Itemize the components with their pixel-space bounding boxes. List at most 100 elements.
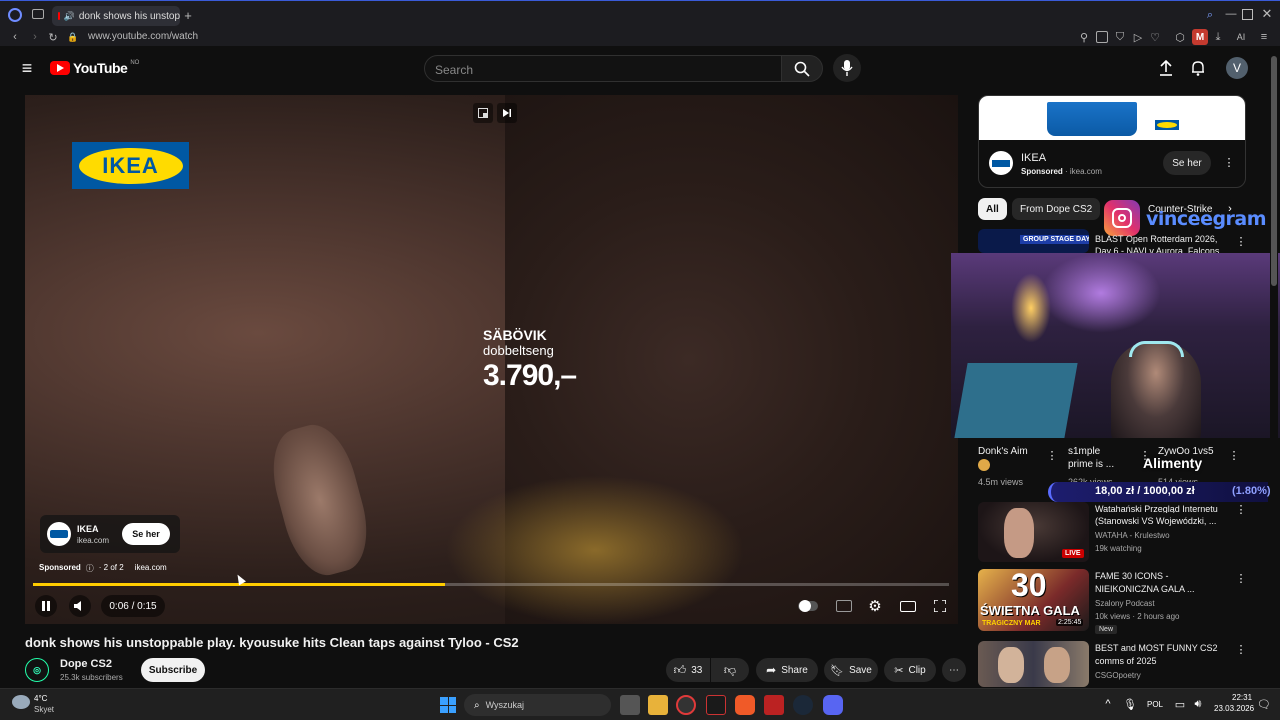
rec-more-icon-2[interactable]: ⋮ [1236,502,1247,516]
steam-taskbar-icon[interactable] [793,695,813,715]
rec-thumbnail-3[interactable]: 30 ŚWIETNA GALA TRAGICZNY MAR 2:25:45 [978,569,1089,631]
tray-volume-icon[interactable]: 🔊︎ [1192,697,1204,711]
file-explorer-icon[interactable] [648,695,668,715]
weather-temp[interactable]: 4°C [34,694,47,703]
rec-more-icon-4[interactable]: ⋮ [1236,642,1247,656]
search-input[interactable]: Search [424,55,782,82]
fullscreen-icon[interactable] [930,597,950,615]
notification-center-icon[interactable]: 🗨︎ [1257,697,1271,711]
pause-button[interactable] [35,595,57,617]
task-view-icon[interactable] [620,695,640,715]
download-icon[interactable]: ⤓ [1212,31,1224,43]
reload-icon[interactable]: ↻ [46,30,60,44]
tray-overflow-icon[interactable]: ^ [1102,697,1114,711]
mail-extension-icon[interactable]: M [1192,29,1208,45]
save-button[interactable]: 🔖︎ Save [824,658,878,682]
short-title-2a[interactable]: s1mple [1068,446,1100,458]
ad-domain-link[interactable]: ikea.com [135,563,167,574]
chip-all[interactable]: All [978,198,1007,220]
sidebar-ad-button[interactable]: Se her [1163,151,1211,175]
menu-icon[interactable]: ≡ [1258,31,1270,43]
theater-mode-icon[interactable] [897,598,919,614]
new-tab-icon[interactable]: + [182,8,194,23]
rec-thumbnail-4[interactable] [978,641,1089,687]
opera-menu-icon[interactable] [8,8,22,22]
search-button[interactable] [781,55,823,82]
settings-gear-icon[interactable]: ⚙ [865,597,885,615]
channel-name[interactable]: Dope CS2 [60,658,112,670]
subtitles-icon[interactable] [833,598,855,614]
sidebar-ad-more-icon[interactable]: ⋮ [1223,154,1235,170]
ad-progress-bar[interactable] [33,583,949,586]
url-field[interactable]: www.youtube.com/watch [88,31,198,42]
scrollbar-thumb[interactable] [1271,56,1277,286]
channel-avatar[interactable]: ◎ [25,658,49,682]
rec-title-4b[interactable]: comms of 2025 [1095,655,1157,667]
info-icon[interactable]: ⓘ [86,563,94,574]
page-scrollbar[interactable] [1270,46,1278,688]
start-button[interactable] [440,697,456,713]
rec-title-2a[interactable]: Watahański Przegląd Internetu [1095,503,1218,513]
maximize-icon[interactable] [1242,9,1253,20]
pin-icon[interactable]: ⚲ [1078,31,1090,44]
weather-icon[interactable] [12,695,30,709]
miniplayer-icon[interactable] [473,103,493,123]
rec-thumbnail-1[interactable]: GROUP STAGE DAY 6 [978,229,1089,253]
chip-from-channel[interactable]: From Dope CS2 [1012,198,1101,220]
rec-title-3a[interactable]: FAME 30 ICONS - [1095,570,1169,582]
app-taskbar-icon-2[interactable] [764,695,784,715]
taskbar-search[interactable]: ⌕ Wyszukaj [464,694,611,716]
aria-ai-icon[interactable]: AI [1230,31,1252,43]
app-taskbar-icon-1[interactable] [706,695,726,715]
more-actions-button[interactable]: ⋯ [942,658,966,682]
rec-title-4a[interactable]: BEST and MOST FUNNY CS2 [1095,642,1218,654]
short-more-icon-3[interactable]: ⋮ [1229,448,1240,462]
like-button[interactable]: 👍︎ 33 [666,658,710,682]
opera-taskbar-icon[interactable] [676,695,696,715]
rec-thumbnail-2[interactable]: LIVE [978,502,1089,562]
short-title-2b[interactable]: prime is ... [1068,459,1114,471]
tray-network-icon[interactable]: ▭ [1174,697,1186,711]
rec-channel-3[interactable]: Szalony Podcast [1095,599,1155,608]
forward-icon[interactable]: › [28,30,42,44]
snapshot-icon[interactable] [1096,31,1108,43]
tray-mic-icon[interactable]: 🎙︎ [1123,697,1137,711]
discord-taskbar-icon[interactable] [823,695,843,715]
short-title-1[interactable]: Donk's Aim [978,446,1028,458]
rec-channel-2[interactable]: WATAHA - Krulestwo [1095,531,1170,540]
notifications-bell-icon[interactable] [1189,59,1207,77]
search-tabs-icon[interactable]: ⌕ [1204,9,1216,21]
back-icon[interactable]: ‹ [8,30,22,44]
skip-next-icon[interactable] [497,103,517,123]
minimize-icon[interactable]: — [1224,7,1238,21]
clip-button[interactable]: ✂ Clip [884,658,936,682]
player-icon[interactable]: ▷ [1132,31,1144,44]
video-player[interactable]: IKEA SÄBÖVIK dobbeltseng 3.790,– IKEA ik… [25,95,958,624]
sidebar-ad-card[interactable]: IKEA Sponsored · ikea.com Se her ⋮ [978,95,1246,188]
mic-button[interactable] [833,54,861,82]
ad-overlay-card[interactable]: IKEA ikea.com Se her [40,515,180,553]
ad-cta-button[interactable]: Se her [122,523,170,545]
rec-title-3b[interactable]: NIEIKONICZNA GALA ... [1095,583,1195,595]
clock-time[interactable]: 22:31 [1232,693,1252,702]
youtube-logo[interactable]: YouTube NO [50,60,139,76]
volume-button[interactable] [69,595,91,617]
avatar[interactable]: V [1226,57,1248,79]
rec-title-1b[interactable]: Day 6 - NAVI v Aurora, Falcons [1095,245,1219,253]
extensions-icon[interactable]: ⬡ [1174,31,1186,44]
language-indicator[interactable]: POL [1147,700,1163,709]
short-more-icon-1[interactable]: ⋮ [1047,448,1058,462]
rec-more-icon-1[interactable]: ⋮ [1236,234,1247,248]
hamburger-menu-icon[interactable]: ≡ [18,58,36,78]
dislike-button[interactable]: 👎︎ [711,658,749,682]
rec-title-2b[interactable]: (Stanowski VS Wojewódzki, ... [1095,515,1216,527]
tab-island-icon[interactable] [32,9,44,19]
brave-taskbar-icon[interactable] [735,695,755,715]
browser-tab[interactable]: 🔊 donk shows his unstop [52,6,180,26]
rec-title-1a[interactable]: BLAST Open Rotterdam 2026, [1095,233,1217,245]
close-icon[interactable]: ✕ [1260,6,1274,21]
heart-icon[interactable]: ♡ [1149,31,1161,44]
clock-date[interactable]: 23.03.2026 [1214,704,1254,713]
rec-more-icon-3[interactable]: ⋮ [1236,571,1247,585]
upload-icon[interactable] [1157,59,1175,77]
